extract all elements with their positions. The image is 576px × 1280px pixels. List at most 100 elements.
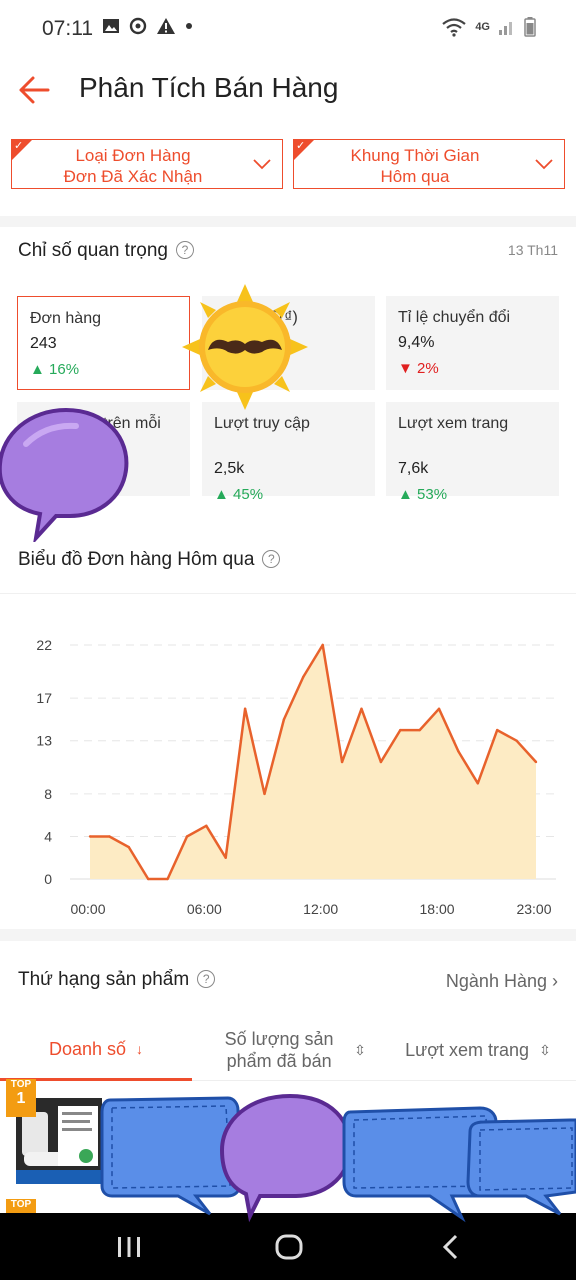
page-title: Phân Tích Bán Hàng bbox=[79, 72, 339, 103]
metric-label: Tỉ lệ chuyển đổi bbox=[398, 309, 511, 326]
x-tick-label: 18:00 bbox=[420, 901, 455, 917]
back-arrow-icon[interactable] bbox=[16, 72, 52, 108]
status-notification-icons bbox=[102, 17, 193, 35]
metric-change-value: 16% bbox=[49, 361, 80, 378]
app-header: Phân Tích Bán Hàng bbox=[0, 58, 576, 128]
chevron-right-icon: › bbox=[552, 971, 558, 991]
metric-label: Đơn hàng bbox=[30, 310, 101, 327]
tab-units-sold[interactable]: Số lượng sản phẩm đã bán ⇳ bbox=[200, 1019, 380, 1081]
tab-revenue[interactable]: Doanh số ↓ bbox=[0, 1019, 192, 1081]
time-range-filter[interactable]: ✓ Khung Thời Gian Hôm qua bbox=[293, 139, 565, 189]
x-tick-label: 00:00 bbox=[70, 901, 105, 917]
help-icon[interactable]: ? bbox=[176, 241, 194, 259]
ranking-title: Thứ hạng sản phẩm? bbox=[18, 969, 216, 991]
x-tick-label: 12:00 bbox=[303, 901, 338, 917]
filter-label: Loại Đơn Hàng bbox=[75, 146, 191, 165]
key-metrics-title-text: Chỉ số quan trọng bbox=[18, 240, 168, 261]
data-point bbox=[399, 728, 402, 732]
metric-change-value: 45% bbox=[233, 486, 264, 503]
metric-change: ▲ 53% bbox=[398, 486, 448, 503]
orders-area-chart: 0 4 8 13 17 22 00:00 06:00 12:00 18:00 23:00 bbox=[36, 637, 556, 917]
chevron-down-icon bbox=[253, 159, 271, 170]
data-point bbox=[185, 835, 189, 838]
metric-card-page-views[interactable]: Lượt xem trang 7,6k ▲ 53% bbox=[386, 402, 559, 503]
category-link-label: Ngành Hàng bbox=[445, 971, 547, 991]
metric-change: ▲ 16% bbox=[30, 361, 80, 378]
metric-card-conversion[interactable]: Tỉ lệ chuyển đổi 9,4% ▼ 2% bbox=[386, 296, 559, 390]
order-type-filter[interactable]: ✓ Loại Đơn Hàng Đơn Đã Xác Nhận bbox=[11, 139, 283, 189]
data-point bbox=[243, 707, 247, 711]
tab-page-views[interactable]: Lượt xem trang ⇳ bbox=[388, 1019, 568, 1081]
data-point bbox=[515, 739, 518, 742]
metric-card-orders[interactable]: Đơn hàng 243 ▲ 16% bbox=[17, 296, 190, 390]
metric-change: ▼ 2% bbox=[398, 360, 439, 377]
ranking-title-text: Thứ hạng sản phẩm bbox=[18, 969, 190, 990]
data-point bbox=[340, 760, 344, 764]
series-area bbox=[90, 645, 536, 879]
wifi-icon bbox=[442, 18, 467, 37]
metric-change-value: 2% bbox=[417, 360, 439, 377]
metric-change: ▲ 45% bbox=[214, 486, 264, 503]
back-icon[interactable] bbox=[435, 1231, 467, 1263]
filter-label: Khung Thời Gian bbox=[350, 146, 480, 165]
category-link[interactable]: Ngành Hàng › bbox=[446, 971, 558, 992]
x-tick-label: 23:00 bbox=[516, 901, 551, 917]
data-point bbox=[108, 835, 111, 838]
metric-value: 7,6k bbox=[398, 460, 429, 477]
data-point bbox=[205, 824, 208, 828]
data-point bbox=[321, 643, 324, 647]
data-point bbox=[224, 856, 227, 859]
badge-text: TOP bbox=[10, 1079, 32, 1090]
metric-label: Lượt truy cập bbox=[214, 415, 310, 432]
home-icon[interactable] bbox=[273, 1231, 305, 1263]
metric-value: 243 bbox=[30, 335, 57, 352]
purple-speech-bubble-sticker bbox=[0, 407, 129, 542]
metric-value: 2,5k bbox=[214, 460, 245, 477]
badge-text: TOP bbox=[10, 1199, 32, 1210]
y-tick-label: 8 bbox=[44, 786, 52, 802]
chevron-down-icon bbox=[535, 159, 553, 170]
x-tick-label: 06:00 bbox=[187, 901, 222, 917]
data-point bbox=[418, 728, 421, 732]
y-tick-label: 4 bbox=[44, 828, 52, 844]
metrics-date: 13 Th11 bbox=[507, 242, 558, 258]
metric-card-visits[interactable]: Lượt truy cập 2,5k ▲ 45% bbox=[202, 402, 375, 503]
tab-label: Doanh số bbox=[48, 1038, 127, 1059]
status-time: 07:11 bbox=[42, 17, 93, 40]
signal-icon bbox=[499, 22, 512, 35]
data-point bbox=[496, 728, 499, 732]
data-point bbox=[88, 835, 92, 838]
badge-number: 1 bbox=[16, 1090, 26, 1107]
status-bar: 07:11 4G bbox=[0, 0, 576, 58]
sync-icon bbox=[129, 17, 147, 35]
data-point bbox=[127, 845, 130, 849]
sort-toggle-icon: ⇳ bbox=[539, 1042, 551, 1058]
data-point bbox=[263, 792, 266, 796]
ranking-tabs: Doanh số ↓ Số lượng sản phẩm đã bán ⇳ Lượt… bbox=[0, 1019, 576, 1081]
data-point bbox=[437, 707, 441, 711]
speech-bubbles-sticker bbox=[100, 1093, 576, 1223]
metric-label: Lượt xem trang bbox=[398, 415, 509, 432]
y-tick-label: 13 bbox=[36, 733, 52, 749]
data-point bbox=[476, 782, 480, 785]
filter-value: Hôm qua bbox=[380, 167, 450, 186]
data-point bbox=[166, 877, 169, 881]
metric-value: 9,4% bbox=[398, 334, 435, 351]
filter-value: Đơn Đã Xác Nhận bbox=[63, 167, 203, 186]
help-icon[interactable]: ? bbox=[197, 970, 216, 988]
metric-change-value: 53% bbox=[417, 486, 448, 503]
battery-icon bbox=[524, 17, 536, 37]
data-point bbox=[534, 760, 538, 764]
dot-icon bbox=[186, 23, 192, 29]
data-point bbox=[360, 707, 363, 711]
data-point bbox=[457, 750, 460, 753]
data-point bbox=[146, 877, 150, 881]
top-rank-badge: TOP 1 bbox=[6, 1079, 36, 1117]
data-point bbox=[302, 675, 305, 679]
y-tick-label: 17 bbox=[36, 690, 52, 706]
warning-icon bbox=[157, 18, 175, 34]
sort-toggle-icon: ⇳ bbox=[354, 1042, 366, 1058]
tab-label: Số lượng sản phẩm đã bán bbox=[224, 1029, 334, 1071]
top-rank-badge: TOP bbox=[6, 1199, 36, 1213]
recent-apps-icon[interactable] bbox=[113, 1231, 145, 1263]
